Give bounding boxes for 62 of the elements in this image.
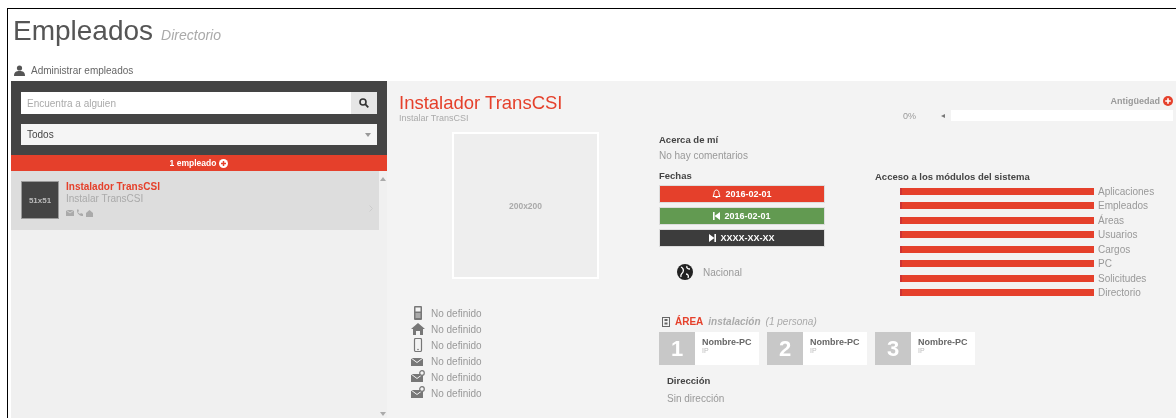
seniority-label: Antigüedad [1110,96,1160,106]
module-name: PC [1098,258,1112,270]
filter-dropdown[interactable]: Todos [21,124,377,145]
area-name: instalación [708,316,761,327]
search-button[interactable] [351,92,377,114]
section-heading: Acceso a los módulos del sistema [875,171,1030,182]
date-badge: 2016-02-01 [659,185,825,203]
module-name: Empleados [1098,200,1149,212]
pc-name: Nombre-PC [702,337,752,347]
globe-icon [677,264,693,280]
scroll-down-icon[interactable] [380,412,386,416]
nationality-text: Nacional [703,266,742,278]
module-name: Áreas [1098,214,1125,226]
user-icon [14,64,25,76]
module-name: Directorio [1098,287,1141,299]
mobile-icon [411,338,425,352]
contact-value: No definido [431,387,482,399]
contact-value: No definido [431,355,482,367]
address-text: Sin dirección [667,393,726,404]
profile-role: Instalar TransCSI [399,113,470,123]
scroll-up-icon[interactable] [380,177,386,181]
module-name: Usuarios [1098,229,1138,241]
page-title: Empleados [13,15,154,47]
section-heading: Acerca de mí [659,134,720,145]
page-subtitle: Directorio [161,27,221,43]
module-name: Solicitudes [1098,272,1147,284]
module-name: Aplicaciones [1098,185,1155,197]
envelope-gear-icon [411,386,425,400]
plus-circle-icon[interactable] [1163,96,1173,106]
plus-circle-icon [219,158,229,168]
skip-forward-icon [709,234,717,242]
pc-name: Nombre-PC [810,337,860,347]
area-count: (1 persona) [765,316,817,327]
photo-size-label: 200x200 [508,200,543,211]
module-name: Cargos [1098,243,1131,255]
search-field[interactable]: Encuentra a alguien [21,92,351,114]
date-badge: XXXX-XX-XX [659,229,825,247]
section-heading: Dirección [667,375,712,386]
bell-icon [712,189,722,199]
area-label: ÁREA [675,316,704,327]
pc-name: Nombre-PC [918,337,968,347]
contact-value: No definido [431,339,482,351]
search-icon [359,98,369,108]
avatar-size-label: 51x51 [28,195,52,205]
contact-icons [66,209,94,217]
breadcrumb-link[interactable]: Administrar empleados [31,64,134,76]
count-bar[interactable]: 1 empleado [11,155,387,171]
seniority-reading: 0% [903,110,917,121]
profile-name: Instalador TransCSI [399,93,563,113]
employee-name: Instalador TransCSI [66,181,160,192]
date-badge: 2016-02-01 [659,207,825,225]
building-icon [662,316,670,327]
contact-value: No definido [431,371,482,383]
contact-value: No definido [431,307,482,319]
contact-value: No definido [431,323,482,335]
skip-back-icon [713,212,721,220]
home-icon [411,322,425,336]
envelope-gear-icon [411,370,425,384]
about-text: No hay comentarios [659,150,749,161]
caret-icon [365,132,371,137]
phone-icon [411,306,425,320]
section-heading: Fechas [659,170,693,181]
